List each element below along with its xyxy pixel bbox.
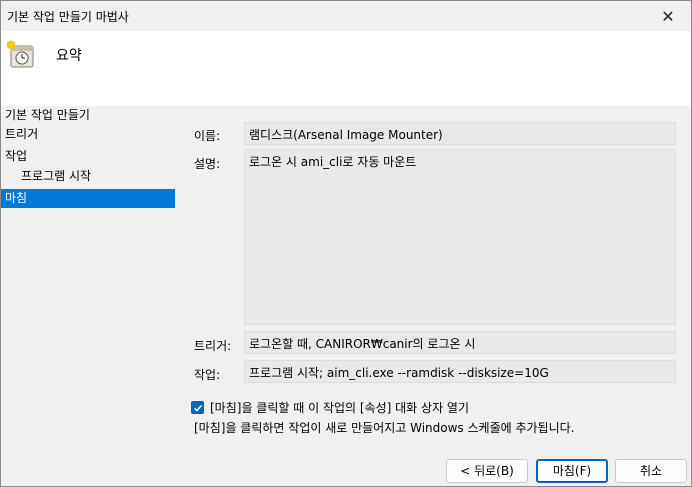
step-action[interactable]: 작업	[1, 147, 175, 166]
name-label: 이름:	[194, 129, 221, 143]
step-finish[interactable]: 마침	[1, 189, 175, 208]
step-create-basic-task[interactable]: 기본 작업 만들기	[1, 106, 175, 125]
finish-button[interactable]: 마침(F)	[536, 459, 608, 483]
cancel-button[interactable]: 취소	[615, 459, 687, 483]
finish-info-text: [마침]을 클릭하면 작업이 새로 만들어지고 Windows 스케줄에 추가됩…	[194, 421, 575, 435]
title-bar: 기본 작업 만들기 마법사 ✕	[1, 1, 691, 31]
trigger-field: 로그온할 때, CANIROR₩canir의 로그온 시	[244, 331, 676, 354]
window-title: 기본 작업 만들기 마법사	[7, 10, 129, 24]
description-label: 설명:	[194, 157, 221, 171]
checkmark-icon	[193, 404, 202, 412]
step-trigger[interactable]: 트리거	[1, 125, 175, 144]
back-button[interactable]: < 뒤로(B)	[446, 459, 528, 483]
name-field: 램디스크(Arsenal Image Mounter)	[244, 122, 676, 145]
task-scheduler-icon	[5, 39, 35, 69]
trigger-label: 트리거:	[194, 339, 232, 353]
wizard-steps: 기본 작업 만들기 트리거 작업 프로그램 시작 마침	[1, 106, 175, 486]
description-field: 로그온 시 ami_cli로 자동 마운트	[244, 149, 676, 325]
action-field: 프로그램 시작; aim_cli.exe --ramdisk --disksiz…	[244, 360, 676, 383]
wizard-window: 기본 작업 만들기 마법사 ✕ 요약 기본 작업 만들기 트리거 작업 프로그램…	[0, 0, 692, 487]
open-properties-checkbox[interactable]	[191, 401, 204, 414]
action-label: 작업:	[194, 368, 221, 382]
close-icon[interactable]: ✕	[645, 1, 691, 31]
step-start-program[interactable]: 프로그램 시작	[1, 167, 175, 186]
open-properties-label: [마침]을 클릭할 때 이 작업의 [속성] 대화 상자 열기	[210, 401, 470, 415]
wizard-header: 요약	[1, 31, 691, 106]
page-heading: 요약	[56, 48, 82, 64]
open-properties-option[interactable]: [마침]을 클릭할 때 이 작업의 [속성] 대화 상자 열기	[191, 399, 469, 416]
